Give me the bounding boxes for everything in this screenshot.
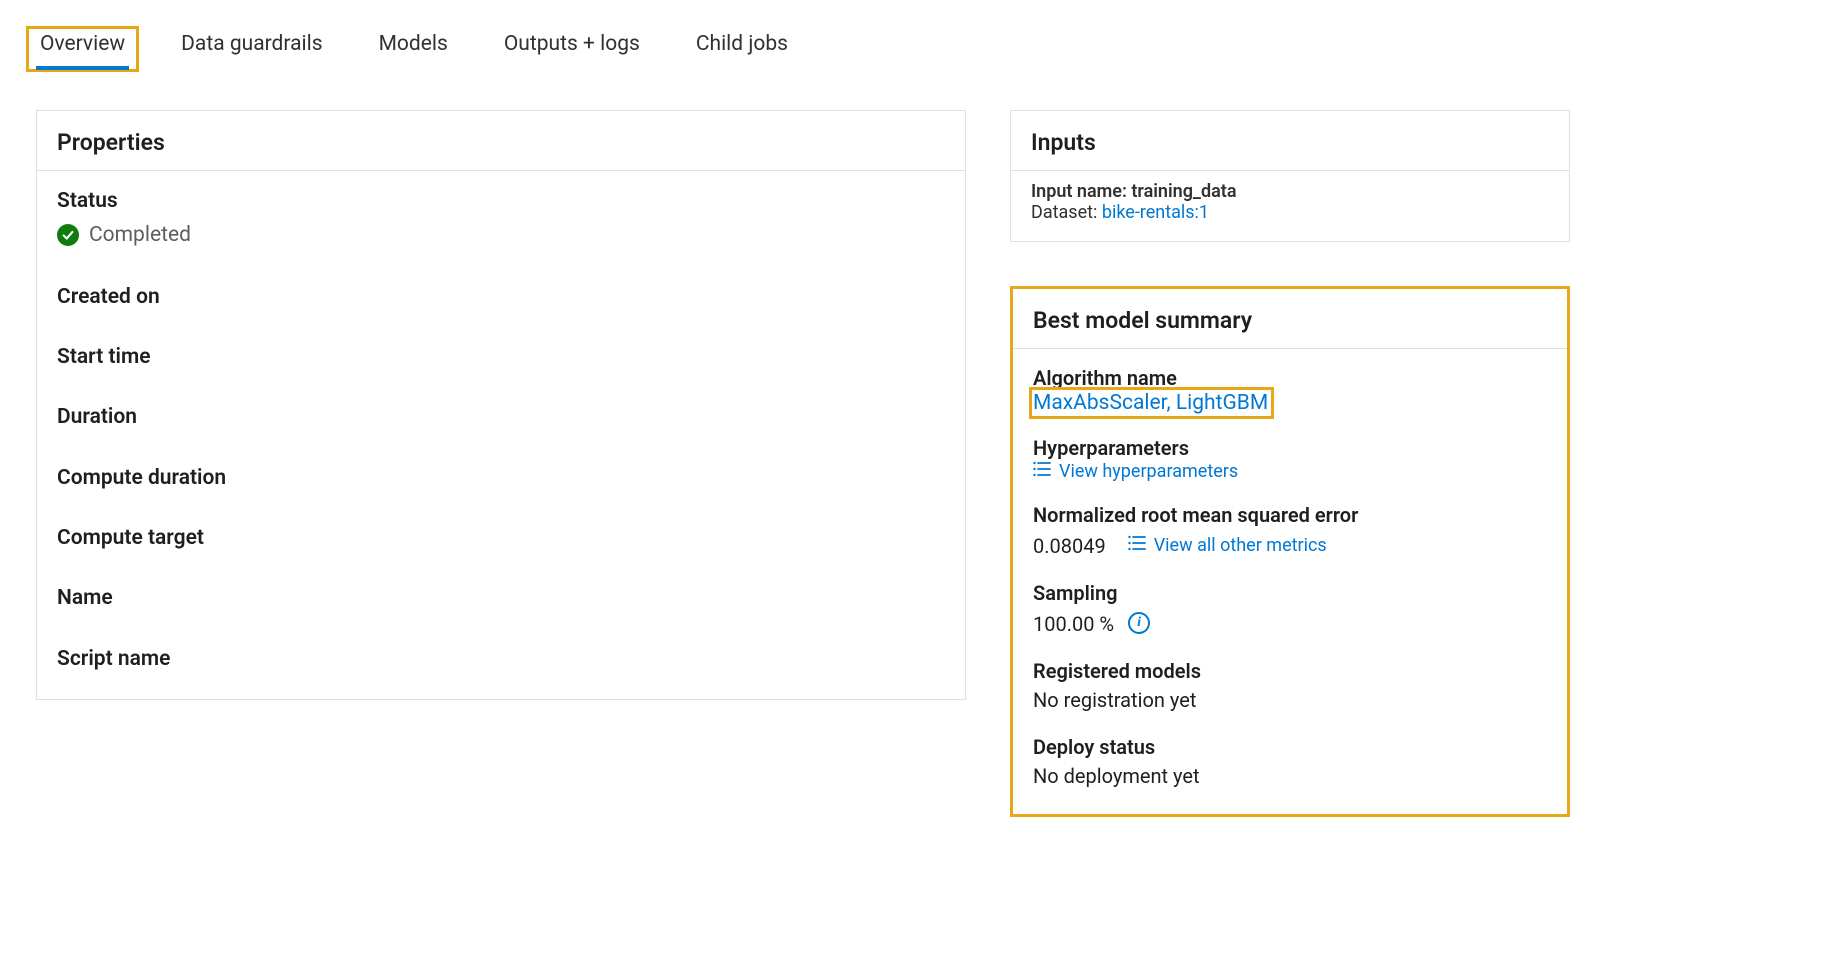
properties-panel: Properties Status Completed Created on [36, 110, 966, 700]
input-name-label: Input name: [1031, 181, 1127, 202]
property-script-name: Script name [57, 645, 945, 673]
property-label: Start time [57, 343, 945, 371]
list-icon [1033, 461, 1051, 482]
tab-label: Overview [40, 32, 125, 56]
panel-title: Inputs [1031, 129, 1549, 156]
panel-header: Best model summary [1013, 289, 1567, 349]
algorithm-label: Algorithm name [1033, 365, 1547, 391]
view-all-metrics-link[interactable]: View all other metrics [1128, 535, 1327, 556]
registered-models-section: Registered models No registration yet [1033, 658, 1547, 714]
input-name-row: Input name: training_data [1031, 181, 1549, 202]
property-label: Status [57, 187, 945, 215]
deploy-status-value: No deployment yet [1033, 762, 1547, 790]
dataset-label: Dataset: [1031, 202, 1097, 223]
property-created-on: Created on [57, 283, 945, 311]
tab-models[interactable]: Models [375, 24, 452, 70]
property-duration: Duration [57, 403, 945, 431]
property-name: Name [57, 584, 945, 612]
inputs-panel: Inputs Input name: training_data Dataset… [1010, 110, 1570, 242]
property-compute-duration: Compute duration [57, 464, 945, 492]
tabs-bar: Overview Data guardrails Models Outputs … [0, 0, 1845, 70]
deploy-status-section: Deploy status No deployment yet [1033, 734, 1547, 790]
property-label: Created on [57, 283, 945, 311]
sampling-section: Sampling 100.00 % i [1033, 580, 1547, 638]
sampling-label: Sampling [1033, 580, 1547, 606]
panel-header: Properties [37, 111, 965, 171]
algorithm-name-section: Algorithm name MaxAbsScaler, LightGBM [1033, 365, 1547, 415]
nrmse-label: Normalized root mean squared error [1033, 502, 1547, 528]
algorithm-name-link[interactable]: MaxAbsScaler, LightGBM [1033, 391, 1268, 415]
property-compute-target: Compute target [57, 524, 945, 552]
property-label: Name [57, 584, 945, 612]
check-circle-icon [57, 224, 79, 246]
panel-title: Properties [57, 129, 945, 156]
tab-data-guardrails[interactable]: Data guardrails [177, 24, 326, 70]
dataset-link[interactable]: bike-rentals:1 [1102, 202, 1209, 223]
hyperparameters-section: Hyperparameters View hyperparameters [1033, 435, 1547, 482]
registered-models-label: Registered models [1033, 658, 1547, 684]
property-label: Compute duration [57, 464, 945, 492]
input-name-value: training_data [1131, 181, 1236, 202]
nrmse-value: 0.08049 [1033, 532, 1106, 560]
deploy-status-label: Deploy status [1033, 734, 1547, 760]
link-label: View hyperparameters [1059, 461, 1238, 482]
sampling-value: 100.00 % [1033, 610, 1114, 638]
property-label: Duration [57, 403, 945, 431]
property-start-time: Start time [57, 343, 945, 371]
property-label: Script name [57, 645, 945, 673]
tab-overview[interactable]: Overview [36, 24, 129, 70]
info-icon[interactable]: i [1128, 612, 1150, 634]
tab-outputs-logs[interactable]: Outputs + logs [500, 24, 644, 70]
registered-models-value: No registration yet [1033, 686, 1547, 714]
hyperparameters-label: Hyperparameters [1033, 435, 1547, 461]
list-icon [1128, 535, 1146, 556]
property-label: Compute target [57, 524, 945, 552]
link-label: View all other metrics [1154, 535, 1327, 556]
dataset-row: Dataset: bike-rentals:1 [1031, 202, 1549, 223]
view-hyperparameters-link[interactable]: View hyperparameters [1033, 461, 1238, 482]
nrmse-section: Normalized root mean squared error 0.080… [1033, 502, 1547, 560]
panel-header: Inputs [1011, 111, 1569, 171]
property-status: Status Completed [57, 187, 945, 251]
tab-child-jobs[interactable]: Child jobs [692, 24, 792, 70]
property-value: Completed [89, 221, 191, 250]
panel-title: Best model summary [1033, 307, 1547, 334]
best-model-summary-panel: Best model summary Algorithm name MaxAbs… [1010, 286, 1570, 817]
